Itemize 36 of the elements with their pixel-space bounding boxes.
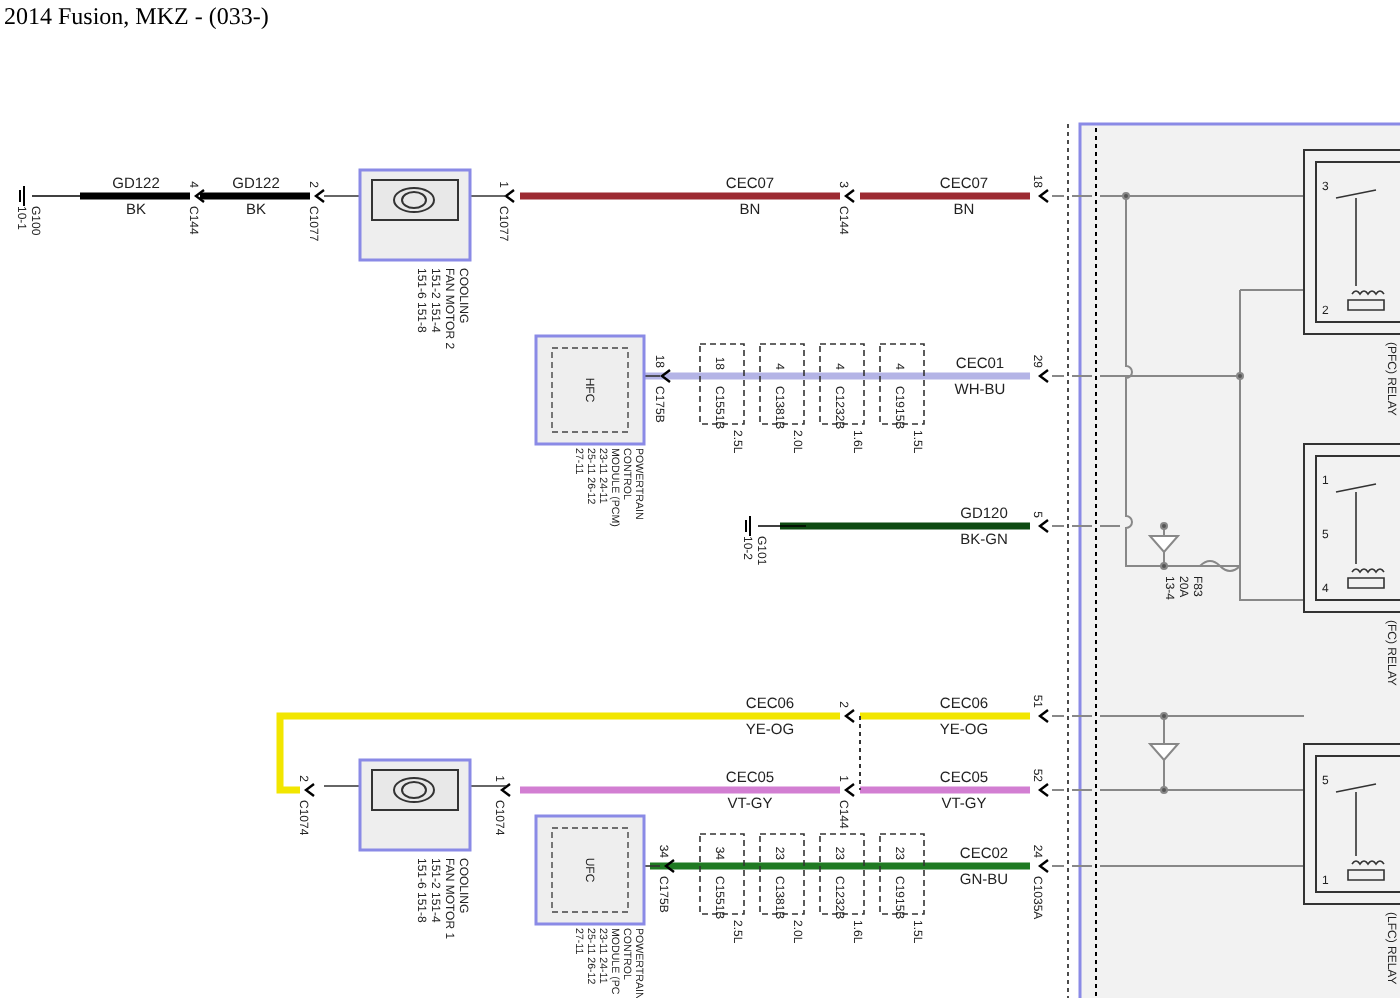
inline-connector-outline [879,833,925,915]
connector-pin-icon [1038,783,1049,797]
connector-pin-icon [500,783,511,797]
connector-pin-icon [1038,369,1049,383]
inline-connector-outline [759,343,805,425]
connector-pin-icon [1038,859,1049,873]
relay-inner-outline [1315,755,1400,893]
connector-pin-icon [194,189,205,203]
connector-pin-icon [844,189,855,203]
relay-switch-coil-icon [1335,483,1385,589]
module-component-box [534,814,646,926]
connector-pin-icon [314,189,325,203]
module-component-box [534,334,646,446]
diagram-title: 2014 Fusion, MKZ - (033-) [2,0,269,32]
connector-pin-icon [1038,519,1049,533]
relay-switch-coil-icon [1335,783,1385,881]
connector-pin-icon [304,783,315,797]
inline-connector-outline [819,343,865,425]
motor-icon [371,179,459,221]
connector-pin-icon [660,369,671,383]
connector-pin-icon [504,189,515,203]
motor-icon [371,769,459,811]
connector-pin-icon [844,783,855,797]
relay-switch-coil-icon [1335,189,1385,311]
connector-pin-icon [1038,709,1049,723]
ground-icon [19,185,81,207]
ground-icon [745,515,807,537]
connector-pin-icon [844,709,855,723]
connector-pin-icon [1038,189,1049,203]
inline-connector-outline [699,833,745,915]
inline-connector-outline [819,833,865,915]
connector-link-line [859,715,861,791]
inline-connector-outline [879,343,925,425]
inline-connector-outline [699,343,745,425]
connector-pin-icon [664,859,675,873]
inline-connector-outline [759,833,805,915]
